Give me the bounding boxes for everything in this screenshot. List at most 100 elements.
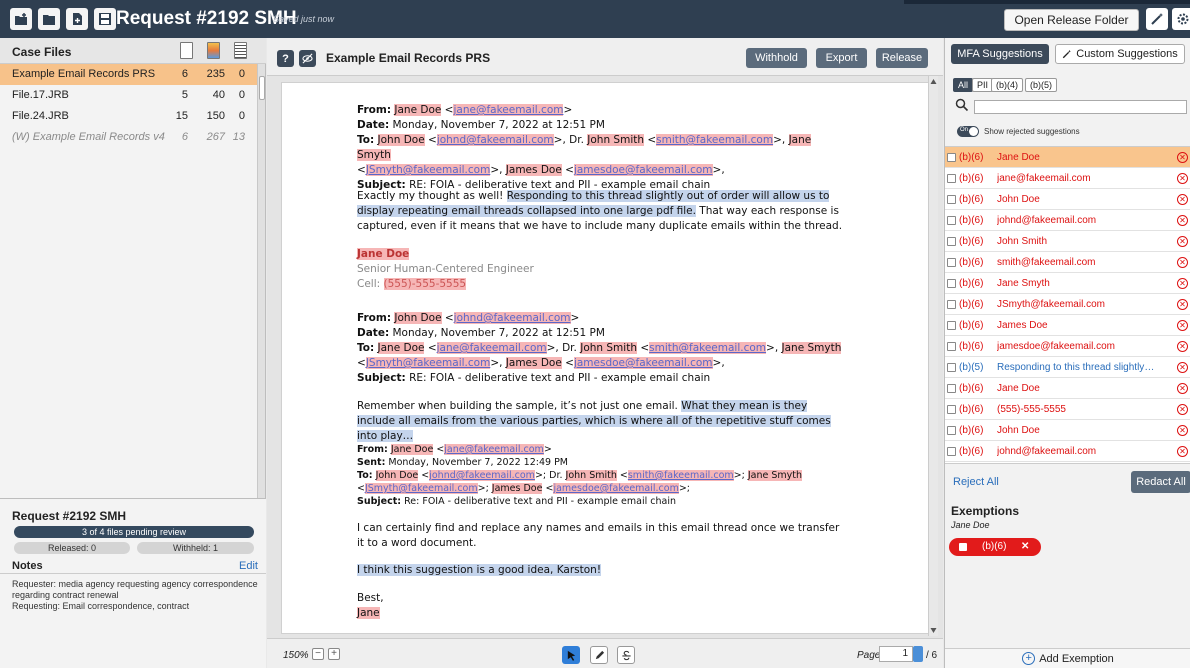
suggestion-checkbox[interactable] xyxy=(947,258,956,267)
document-page[interactable]: From: Jane Doe <jane@fakeemail.com> Date… xyxy=(281,82,933,634)
suggestion-checkbox[interactable] xyxy=(947,363,956,372)
export-button[interactable]: Export xyxy=(816,48,867,68)
show-rejected-toggle[interactable]: On xyxy=(957,126,979,137)
reject-icon[interactable]: ✕ xyxy=(1177,257,1188,268)
file-count-icon[interactable] xyxy=(180,42,193,59)
suggestion-item[interactable]: (b)(6) John Smith ✕ xyxy=(945,231,1190,252)
reject-icon[interactable]: ✕ xyxy=(1177,173,1188,184)
suggestion-checkbox[interactable] xyxy=(947,342,956,351)
release-button[interactable]: Release xyxy=(876,48,928,68)
suggestion-checkbox[interactable] xyxy=(947,321,956,330)
tab-mfa-suggestions[interactable]: MFA Suggestions xyxy=(951,44,1049,64)
suggestion-checkbox[interactable] xyxy=(947,426,956,435)
suggestion-checkbox[interactable] xyxy=(947,216,956,225)
suggestion-item[interactable]: (b)(6) johnd@fakeemail.com ✕ xyxy=(945,441,1190,462)
reject-icon[interactable]: ✕ xyxy=(1177,425,1188,436)
document-viewer: ? Example Email Records PRS Withhold Exp… xyxy=(267,38,943,668)
suggestion-count-icon[interactable] xyxy=(207,42,220,59)
suggestion-item[interactable]: (b)(6) John Doe ✕ xyxy=(945,420,1190,441)
reject-icon[interactable]: ✕ xyxy=(1177,278,1188,289)
open-folder-button[interactable] xyxy=(38,8,60,30)
suggestion-checkbox[interactable] xyxy=(947,300,956,309)
scroll-down-icon[interactable] xyxy=(930,626,937,634)
file-count: 6 xyxy=(181,68,188,80)
reject-icon[interactable]: ✕ xyxy=(1177,341,1188,352)
settings-button[interactable] xyxy=(1172,8,1190,30)
select-tool-button[interactable] xyxy=(562,646,580,664)
suggestion-item[interactable]: (b)(6) Jane Doe ✕ xyxy=(945,147,1190,168)
suggestion-item[interactable]: (b)(6) JSmyth@fakeemail.com ✕ xyxy=(945,294,1190,315)
suggestion-item[interactable]: (b)(6) johnd@fakeemail.com ✕ xyxy=(945,210,1190,231)
reject-icon[interactable]: ✕ xyxy=(1177,320,1188,331)
strikethrough-tool-button[interactable] xyxy=(617,646,635,664)
deliberative-highlight[interactable]: I think this suggestion is a good idea, … xyxy=(357,564,602,576)
suggestion-checkbox[interactable] xyxy=(947,384,956,393)
case-file-row[interactable]: Example Email Records PRS 6 235 0 xyxy=(0,64,258,85)
reject-icon[interactable]: ✕ xyxy=(1177,404,1188,415)
suggestion-search-input[interactable] xyxy=(974,100,1187,114)
top-bar-accent xyxy=(904,0,1190,4)
suggestion-checkbox[interactable] xyxy=(947,279,956,288)
cursor-icon xyxy=(567,650,575,661)
suggestion-item[interactable]: (b)(6) John Doe ✕ xyxy=(945,189,1190,210)
suggestion-checkbox[interactable] xyxy=(947,237,956,246)
reject-icon[interactable]: ✕ xyxy=(1177,194,1188,205)
zoom-in-button[interactable]: + xyxy=(328,648,340,660)
save-button[interactable] xyxy=(94,8,116,30)
reject-icon[interactable]: ✕ xyxy=(1177,362,1188,373)
filter-b4[interactable]: (b)(4) xyxy=(991,78,1023,92)
page-number-input[interactable]: 1 xyxy=(879,646,913,662)
reject-all-link[interactable]: Reject All xyxy=(953,476,999,488)
redaction-count-icon[interactable] xyxy=(234,42,247,59)
add-file-button[interactable] xyxy=(66,8,88,30)
reject-icon[interactable]: ✕ xyxy=(1177,299,1188,310)
open-release-folder-button[interactable]: Open Release Folder xyxy=(1004,9,1139,31)
case-files-scrollbar[interactable] xyxy=(257,64,265,534)
suggestion-item[interactable]: (b)(6) jane@fakeemail.com ✕ xyxy=(945,168,1190,189)
suggestion-checkbox[interactable] xyxy=(947,447,956,456)
hide-redactions-icon[interactable] xyxy=(299,50,316,67)
edit-notes-link[interactable]: Edit xyxy=(239,560,258,572)
suggestion-value: smith@fakeemail.com xyxy=(997,257,1096,268)
magic-wand-button[interactable] xyxy=(1146,8,1168,30)
suggestion-checkbox[interactable] xyxy=(947,405,956,414)
new-request-button[interactable] xyxy=(10,8,32,30)
suggestion-checkbox[interactable] xyxy=(947,153,956,162)
filter-all[interactable]: All xyxy=(953,78,974,92)
suggestion-item[interactable]: (b)(6) James Doe ✕ xyxy=(945,315,1190,336)
remove-exemption-icon[interactable]: ✕ xyxy=(1021,538,1029,556)
case-file-row[interactable]: File.17.JRB 5 40 0 xyxy=(0,85,258,106)
filter-b5[interactable]: (b)(5) xyxy=(1025,78,1057,92)
redact-all-button[interactable]: Redact All xyxy=(1131,471,1190,493)
add-exemption-button[interactable]: + Add Exemption xyxy=(945,648,1190,668)
suggestion-checkbox[interactable] xyxy=(947,195,956,204)
suggestion-item[interactable]: (b)(6) Jane Smyth ✕ xyxy=(945,273,1190,294)
reject-icon[interactable]: ✕ xyxy=(1177,446,1188,457)
tab-custom-suggestions[interactable]: Custom Suggestions xyxy=(1055,44,1185,64)
suggestion-item[interactable]: (b)(5) Responding to this thread slightly… xyxy=(945,357,1190,378)
exemption-chip[interactable]: (b)(6) ✕ xyxy=(949,538,1041,556)
custom-suggestions-label: Custom Suggestions xyxy=(1076,48,1178,60)
case-file-row[interactable]: File.24.JRB 15 150 0 xyxy=(0,106,258,127)
zoom-out-button[interactable]: − xyxy=(312,648,324,660)
withhold-button[interactable]: Withhold xyxy=(746,48,807,68)
document-scrollbar[interactable] xyxy=(928,76,938,636)
scroll-up-icon[interactable] xyxy=(930,78,937,86)
reject-icon[interactable]: ✕ xyxy=(1177,215,1188,226)
case-file-row[interactable]: (W) Example Email Records v4 6 267 13 xyxy=(0,127,258,148)
page-stepper[interactable] xyxy=(913,646,923,662)
redact-tool-button[interactable] xyxy=(590,646,608,664)
email-body: I can certainly find and replace any nam… xyxy=(357,522,840,549)
exemption-checkbox[interactable] xyxy=(959,543,967,551)
suggestion-item[interactable]: (b)(6) jamesdoe@fakeemail.com ✕ xyxy=(945,336,1190,357)
suggestion-item[interactable]: (b)(6) Jane Doe ✕ xyxy=(945,378,1190,399)
suggestion-checkbox[interactable] xyxy=(947,174,956,183)
reject-icon[interactable]: ✕ xyxy=(1177,383,1188,394)
suggestion-item[interactable]: (b)(6) (555)-555-5555 ✕ xyxy=(945,399,1190,420)
reject-icon[interactable]: ✕ xyxy=(1177,152,1188,163)
filter-pii[interactable]: PII xyxy=(972,78,994,92)
scrollbar-thumb[interactable] xyxy=(259,76,265,100)
suggestion-item[interactable]: (b)(6) smith@fakeemail.com ✕ xyxy=(945,252,1190,273)
reject-icon[interactable]: ✕ xyxy=(1177,236,1188,247)
help-icon[interactable]: ? xyxy=(277,50,294,67)
